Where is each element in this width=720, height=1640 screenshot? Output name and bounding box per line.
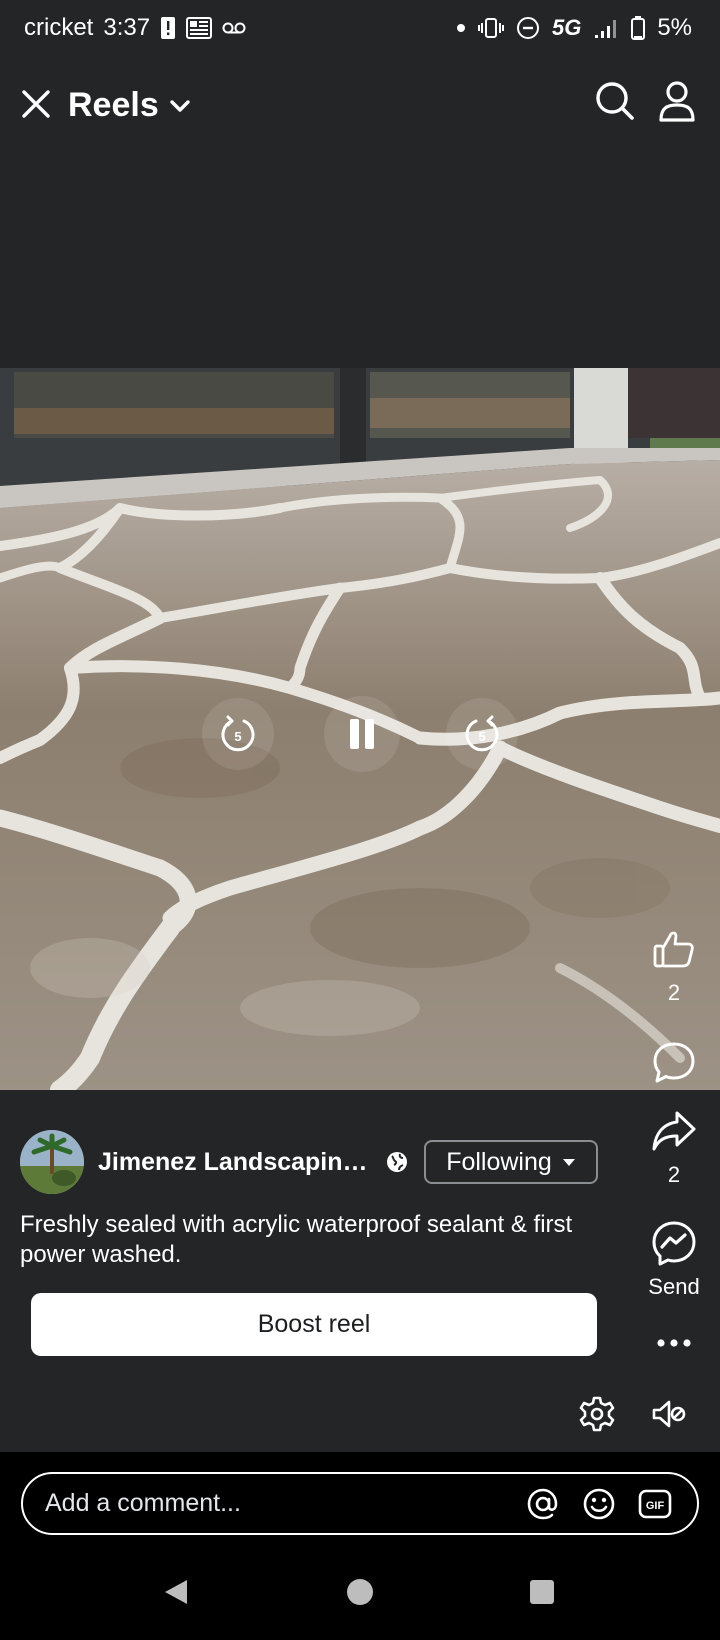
forward-seconds: 5	[478, 729, 485, 744]
more-options-action	[634, 1323, 714, 1363]
comment-action	[634, 1036, 714, 1090]
gif-icon: GIF	[638, 1489, 672, 1518]
network-type: 5G	[551, 15, 582, 40]
page-title: Reels	[68, 86, 159, 124]
following-label: Following	[446, 1147, 552, 1176]
more-options-button[interactable]	[647, 1323, 701, 1363]
following-dropdown-button[interactable]: Following	[424, 1140, 598, 1184]
nav-recents-button[interactable]	[520, 1570, 564, 1614]
post-caption: Freshly sealed with acrylic waterproof s…	[20, 1211, 573, 1268]
top-app-bar: Reels	[0, 70, 720, 146]
status-bar: cricket 3:37 5G 5%	[0, 0, 720, 56]
news-icon	[186, 17, 213, 39]
author-avatar[interactable]	[20, 1130, 84, 1194]
mention-button[interactable]	[521, 1482, 565, 1526]
chevron-down-icon	[170, 99, 190, 112]
nav-home-button[interactable]	[338, 1570, 382, 1614]
do-not-disturb-icon	[516, 16, 540, 40]
comment-placeholder: Add a comment...	[45, 1489, 241, 1517]
reels-menu-dropdown[interactable]: Reels	[68, 86, 191, 125]
close-icon	[22, 90, 50, 118]
rewind-seconds: 5	[234, 729, 241, 744]
forward-5-button[interactable]: 5	[446, 698, 518, 770]
comment-button[interactable]	[647, 1036, 701, 1090]
carrier-name: cricket	[24, 14, 94, 41]
settings-button[interactable]	[571, 1388, 623, 1440]
gear-icon	[579, 1396, 615, 1432]
share-arrow-icon	[652, 1111, 696, 1151]
thumbs-up-icon	[653, 931, 694, 968]
notification-dot-icon	[456, 23, 466, 33]
system-nav-bar	[0, 1540, 720, 1640]
pause-icon	[350, 719, 374, 749]
clock: 3:37	[103, 14, 151, 41]
close-button[interactable]	[14, 82, 58, 126]
gif-button[interactable]: GIF	[633, 1482, 677, 1526]
rewind-5-button[interactable]: 5	[202, 698, 274, 770]
like-action: 2	[634, 922, 714, 1006]
emoji-button[interactable]	[577, 1482, 621, 1526]
battery-icon	[631, 16, 646, 40]
at-sign-icon	[527, 1488, 558, 1519]
messenger-icon	[652, 1221, 696, 1266]
battery-level: 5%	[657, 14, 692, 41]
status-bar-right: 5G 5%	[456, 14, 692, 42]
status-bar-left: cricket 3:37	[24, 14, 246, 42]
voicemail-icon	[222, 21, 246, 35]
comment-bubble-icon	[653, 1042, 695, 1083]
share-button[interactable]	[647, 1104, 701, 1158]
share-count: 2	[667, 1162, 681, 1187]
person-icon	[659, 81, 695, 122]
reel-video[interactable]: 5 5	[0, 368, 720, 1090]
author-name[interactable]: Jimenez Landscaping,...	[98, 1148, 380, 1177]
like-button[interactable]	[647, 922, 701, 976]
send-label: Send	[648, 1274, 700, 1299]
search-icon	[596, 82, 634, 120]
alert-icon	[160, 16, 176, 40]
vibrate-icon	[477, 17, 504, 39]
share-action: 2	[634, 1104, 714, 1188]
comment-input[interactable]: Add a comment... GIF	[21, 1472, 699, 1535]
pause-button[interactable]	[324, 696, 400, 772]
send-button[interactable]	[647, 1216, 701, 1270]
profile-button[interactable]	[652, 76, 702, 126]
like-count: 2	[667, 980, 681, 1005]
boost-reel-button[interactable]: Boost reel	[31, 1293, 597, 1356]
rewind-icon: 5	[221, 715, 255, 752]
more-dots-icon	[657, 1339, 691, 1347]
smiley-icon	[583, 1488, 615, 1519]
home-circle-icon	[347, 1579, 373, 1605]
nav-back-button[interactable]	[154, 1570, 198, 1614]
back-triangle-icon	[165, 1580, 187, 1604]
mute-button[interactable]	[643, 1388, 695, 1440]
author-row: Jimenez Landscaping,...	[20, 1130, 408, 1194]
caret-down-icon	[562, 1158, 575, 1166]
fast-forward-icon: 5	[465, 715, 499, 752]
globe-icon	[386, 1151, 408, 1173]
send-action: Send	[634, 1216, 714, 1300]
gif-label: GIF	[646, 1500, 665, 1512]
recents-square-icon	[530, 1580, 554, 1604]
speaker-muted-icon	[652, 1400, 686, 1428]
search-button[interactable]	[590, 76, 640, 126]
signal-icon	[593, 17, 619, 39]
